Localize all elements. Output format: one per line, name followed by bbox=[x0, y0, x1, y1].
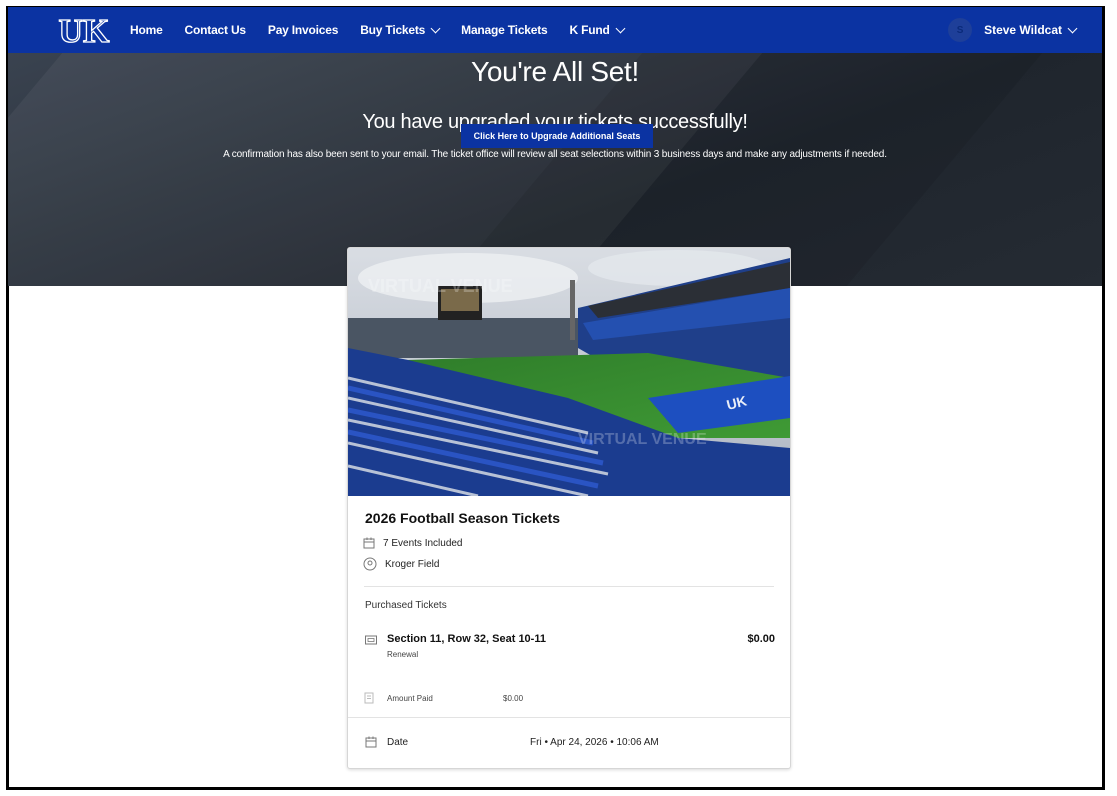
nav-home[interactable]: Home bbox=[130, 23, 163, 37]
nav-buy-tickets[interactable]: Buy Tickets bbox=[360, 23, 441, 37]
seat-details: Section 11, Row 32, Seat 10-11 bbox=[387, 633, 546, 645]
location-pin-icon bbox=[363, 557, 377, 571]
confirmation-message: A confirmation has also been sent to you… bbox=[223, 149, 887, 160]
nav-manage-tickets[interactable]: Manage Tickets bbox=[461, 23, 548, 37]
chevron-down-icon bbox=[615, 23, 626, 33]
venue-row: Kroger Field bbox=[363, 557, 439, 571]
nav-contact-us[interactable]: Contact Us bbox=[184, 23, 247, 37]
ticket-package-title: 2026 Football Season Tickets bbox=[365, 510, 561, 526]
nav-manage-tickets-label: Manage Tickets bbox=[461, 23, 548, 37]
nav-pay-invoices-label: Pay Invoices bbox=[267, 23, 339, 37]
ticket-type: Renewal bbox=[387, 650, 419, 659]
ticket-price: $0.00 bbox=[747, 633, 775, 645]
page-title: You're All Set! bbox=[471, 56, 639, 87]
stadium-image: UK VIRTUAL VENUE VIRTUAL VENUE bbox=[348, 248, 790, 496]
chevron-down-icon bbox=[1067, 23, 1078, 33]
venue-name: Kroger Field bbox=[385, 558, 440, 570]
nav-contact-us-label: Contact Us bbox=[184, 23, 247, 37]
user-name: Steve Wildcat bbox=[984, 23, 1062, 37]
amount-paid-label: Amount Paid bbox=[387, 693, 433, 703]
user-menu[interactable]: S Steve Wildcat bbox=[948, 18, 1078, 42]
nav-k-fund-label: K Fund bbox=[569, 23, 610, 37]
calendar-icon bbox=[365, 736, 377, 748]
receipt-icon bbox=[364, 692, 374, 704]
svg-text:VIRTUAL VENUE: VIRTUAL VENUE bbox=[368, 276, 513, 296]
nav-pay-invoices[interactable]: Pay Invoices bbox=[267, 23, 339, 37]
events-included-row: 7 Events Included bbox=[363, 537, 463, 549]
date-value: Fri • Apr 24, 2026 • 10:06 AM bbox=[530, 737, 659, 748]
nav-k-fund[interactable]: K Fund bbox=[569, 23, 626, 37]
uk-logo[interactable]: UK bbox=[58, 10, 118, 50]
date-label: Date bbox=[387, 737, 409, 748]
amount-paid-row: Amount Paid $0.00 bbox=[363, 692, 523, 704]
nav-buy-tickets-label: Buy Tickets bbox=[360, 23, 426, 37]
svg-text:VIRTUAL VENUE: VIRTUAL VENUE bbox=[578, 431, 707, 448]
nav-home-label: Home bbox=[130, 23, 163, 37]
upgrade-additional-seats-button[interactable]: Click Here to Upgrade Additional Seats bbox=[461, 124, 653, 148]
svg-text:UK: UK bbox=[59, 13, 111, 49]
ticket-icon bbox=[365, 635, 377, 645]
top-navbar: UK Home Contact Us Pay Invoices Buy Tick… bbox=[8, 7, 1102, 53]
divider bbox=[348, 717, 790, 718]
purchased-tickets-label: Purchased Tickets bbox=[365, 600, 447, 611]
avatar: S bbox=[948, 18, 973, 42]
ticket-card: UK VIRTUAL VENUE VIRTUAL VENUE 2026 Foot… bbox=[347, 247, 791, 769]
calendar-icon bbox=[363, 537, 375, 549]
amount-paid-value: $0.00 bbox=[503, 693, 524, 703]
divider bbox=[364, 586, 774, 587]
chevron-down-icon bbox=[430, 23, 441, 33]
events-included: 7 Events Included bbox=[383, 537, 463, 549]
ticket-line-item: Section 11, Row 32, Seat 10-11 Renewal $… bbox=[365, 633, 775, 663]
